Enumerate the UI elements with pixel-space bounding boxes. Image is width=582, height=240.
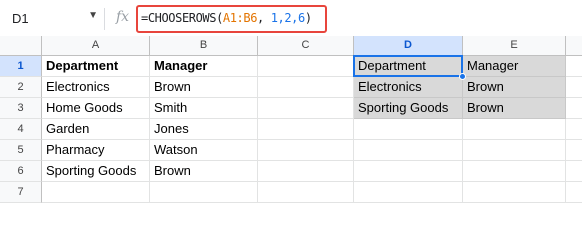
cell-d2[interactable]: Electronics	[354, 77, 463, 98]
cell-d6[interactable]	[354, 161, 463, 182]
cell-b6[interactable]: Brown	[150, 161, 258, 182]
cell-b5[interactable]: Watson	[150, 140, 258, 161]
cell-a2[interactable]: Electronics	[42, 77, 150, 98]
fill-handle[interactable]	[459, 73, 466, 80]
cell-d4[interactable]	[354, 119, 463, 140]
row-header-5[interactable]: 5	[0, 140, 42, 161]
column-header-b[interactable]: B	[150, 36, 258, 56]
cell-e7[interactable]	[463, 182, 566, 203]
cell-e5[interactable]	[463, 140, 566, 161]
cell-a6[interactable]: Sporting Goods	[42, 161, 150, 182]
formula-close-paren: )	[304, 11, 312, 25]
row-header-2[interactable]: 2	[0, 77, 42, 98]
cell-b1[interactable]: Manager	[150, 56, 258, 77]
formula-bar: D1 ▼ fx =CHOOSEROWS(A1:B6, 1,2,6)	[0, 0, 582, 36]
chevron-down-icon[interactable]: ▼	[88, 10, 98, 21]
cell-overflow	[566, 56, 582, 77]
cell-d5[interactable]	[354, 140, 463, 161]
cell-e2[interactable]: Brown	[463, 77, 566, 98]
cell-reference: D1	[12, 11, 29, 26]
fx-icon: fx	[116, 9, 130, 25]
cell-c5[interactable]	[258, 140, 354, 161]
cell-overflow	[566, 161, 582, 182]
column-header-e[interactable]: E	[463, 36, 566, 56]
row-header-1[interactable]: 1	[0, 56, 42, 77]
name-box[interactable]: D1 ▼	[6, 8, 100, 30]
formula-text: =CHOOSEROWS(A1:B6, 1,2,6)	[141, 11, 312, 25]
cell-a3[interactable]: Home Goods	[42, 98, 150, 119]
cell-overflow	[566, 77, 582, 98]
cell-c4[interactable]	[258, 119, 354, 140]
column-header-c[interactable]: C	[258, 36, 354, 56]
formula-range: A1:B6	[222, 11, 258, 25]
row-header-4[interactable]: 4	[0, 119, 42, 140]
cell-c2[interactable]	[258, 77, 354, 98]
row-header-7[interactable]: 7	[0, 182, 42, 203]
cell-overflow	[566, 182, 582, 203]
cell-c7[interactable]	[258, 182, 354, 203]
cell-e6[interactable]	[463, 161, 566, 182]
cell-c6[interactable]	[258, 161, 354, 182]
cell-b7[interactable]	[150, 182, 258, 203]
formula-function: =CHOOSEROWS(	[141, 11, 223, 25]
column-header-overflow	[566, 36, 582, 56]
select-all-corner[interactable]	[0, 36, 42, 56]
cell-d7[interactable]	[354, 182, 463, 203]
cell-b3[interactable]: Smith	[150, 98, 258, 119]
cell-c3[interactable]	[258, 98, 354, 119]
cell-a1[interactable]: Department	[42, 56, 150, 77]
cell-e3[interactable]: Brown	[463, 98, 566, 119]
cell-e4[interactable]	[463, 119, 566, 140]
cell-b2[interactable]: Brown	[150, 77, 258, 98]
cell-a7[interactable]	[42, 182, 150, 203]
cell-overflow	[566, 119, 582, 140]
cell-b4[interactable]: Jones	[150, 119, 258, 140]
column-header-a[interactable]: A	[42, 36, 150, 56]
cell-d1[interactable]: Department	[354, 56, 463, 77]
formula-separator: ,	[257, 11, 271, 25]
formula-input[interactable]: =CHOOSEROWS(A1:B6, 1,2,6)	[136, 5, 327, 33]
row-header-6[interactable]: 6	[0, 161, 42, 182]
cell-a4[interactable]: Garden	[42, 119, 150, 140]
cell-d3[interactable]: Sporting Goods	[354, 98, 463, 119]
cell-c1[interactable]	[258, 56, 354, 77]
column-header-d[interactable]: D	[354, 36, 463, 56]
formula-bar-divider	[104, 8, 105, 30]
cell-e1[interactable]: Manager	[463, 56, 566, 77]
row-header-3[interactable]: 3	[0, 98, 42, 119]
spreadsheet-grid: A B C D E 1 Department Manager Department Manager…	[0, 36, 582, 207]
formula-row-args: 1,2,6	[270, 11, 306, 25]
cell-a5[interactable]: Pharmacy	[42, 140, 150, 161]
cell-overflow	[566, 98, 582, 119]
cell-overflow	[566, 140, 582, 161]
